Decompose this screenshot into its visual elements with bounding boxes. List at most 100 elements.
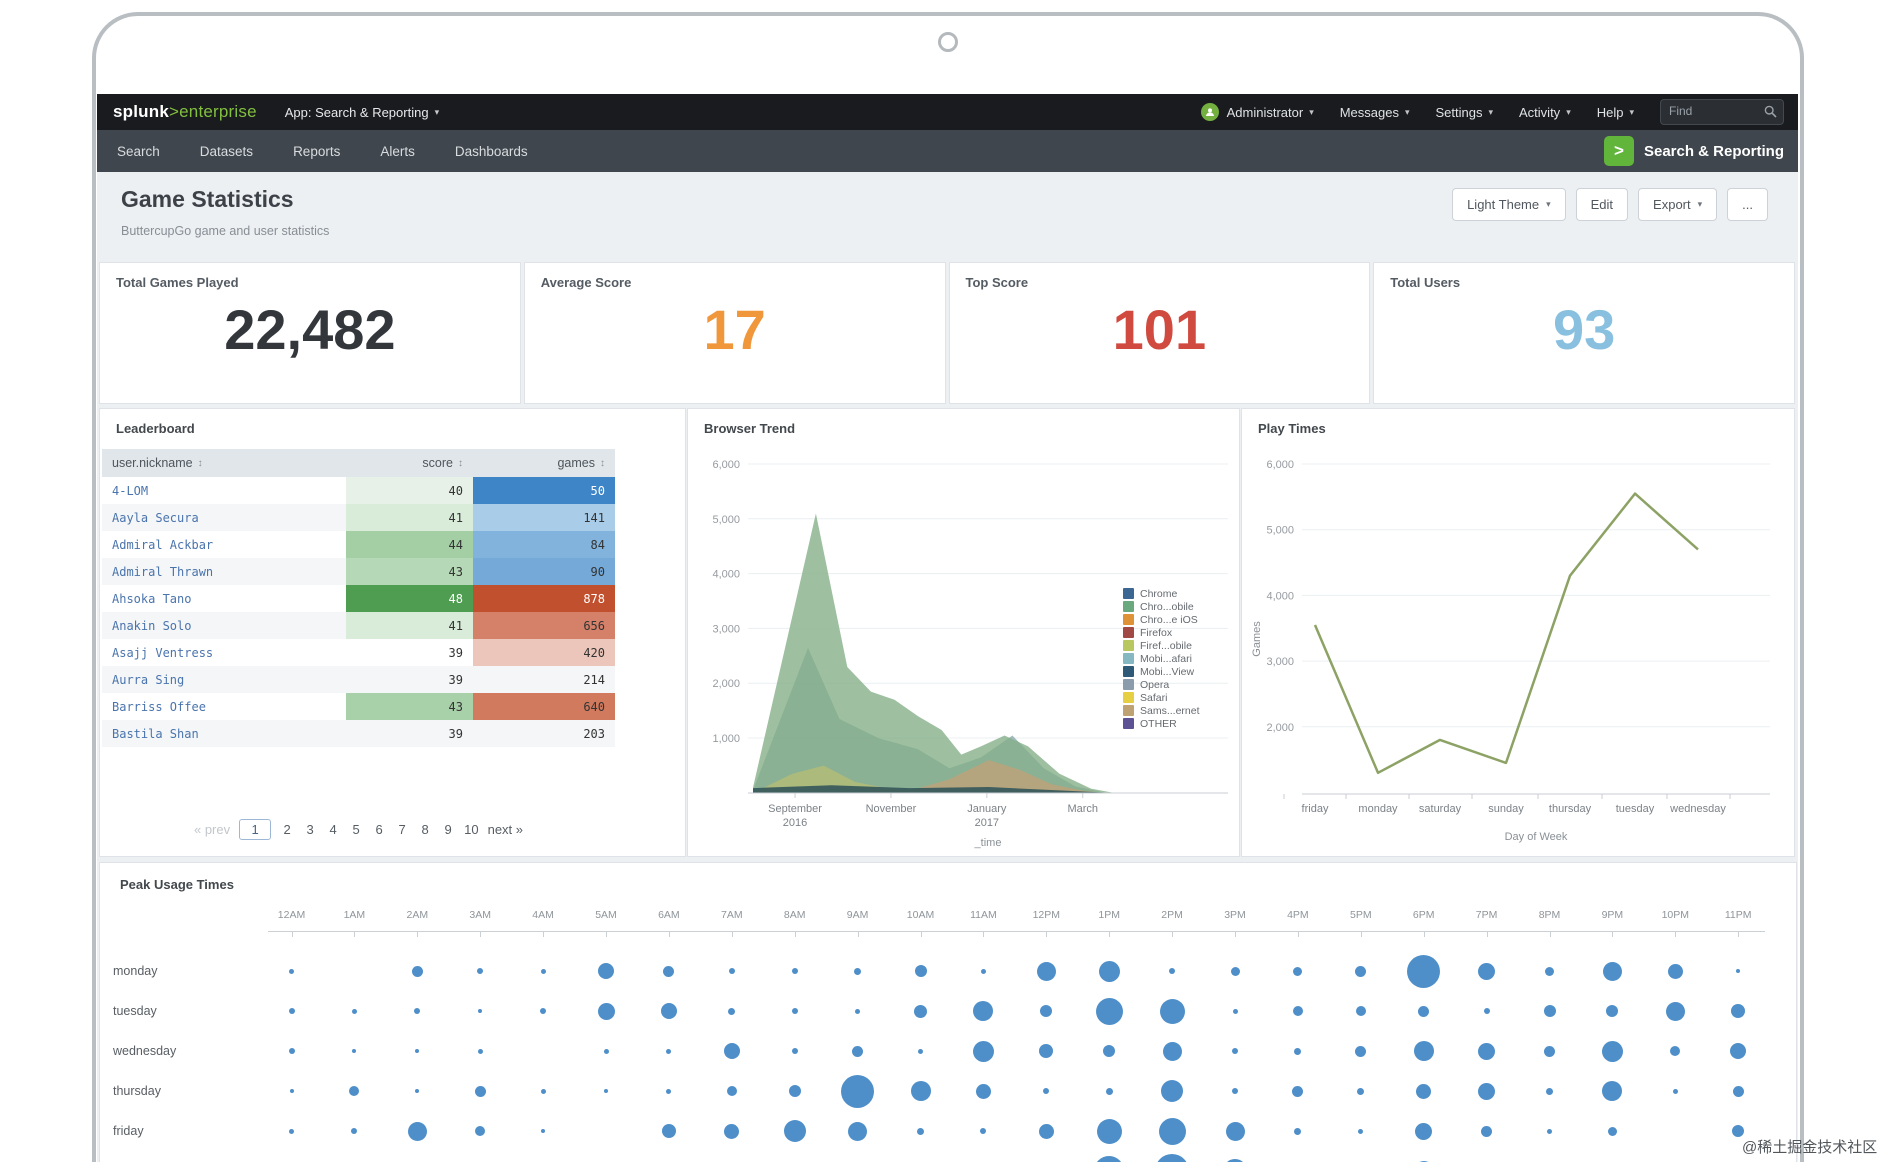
button-export[interactable]: Export ▾	[1638, 188, 1718, 221]
page-6[interactable]: 6	[372, 822, 386, 837]
bubble-tuesday-2am	[414, 1008, 421, 1014]
user-nickname-link[interactable]: Anakin Solo	[102, 612, 346, 639]
bubble-thursday-6am	[666, 1088, 672, 1094]
app-nav-search[interactable]: Search	[117, 144, 160, 159]
leaderboard-row[interactable]: Aurra Sing 39 214	[102, 666, 615, 693]
leaderboard-row[interactable]: Ahsoka Tano 48 878	[102, 585, 615, 612]
legend-item-mobi-afari[interactable]: Mobi...afari	[1123, 652, 1200, 665]
user-nickname-link[interactable]: Ahsoka Tano	[102, 585, 346, 612]
menu-activity[interactable]: Activity ▾	[1519, 105, 1571, 120]
app-nav-alerts[interactable]: Alerts	[380, 144, 415, 159]
bubble-thursday-7am	[726, 1086, 737, 1096]
leaderboard-row[interactable]: Aayla Secura 41 141	[102, 504, 615, 531]
user-nickname-link[interactable]: Aurra Sing	[102, 666, 346, 693]
button-light-theme[interactable]: Light Theme ▾	[1452, 188, 1566, 221]
chevron-down-icon: ▾	[1488, 106, 1494, 117]
legend-item-opera[interactable]: Opera	[1123, 678, 1200, 691]
bubble-thursday-9pm	[1602, 1081, 1623, 1101]
menu-settings[interactable]: Settings ▾	[1436, 105, 1494, 120]
svg-text:3,000: 3,000	[712, 623, 740, 635]
menu-messages[interactable]: Messages ▾	[1340, 105, 1410, 120]
bubble-tuesday-1pm	[1095, 997, 1123, 1025]
peak-usage-panel: Peak Usage Times 12AM 1AM 2AM 3AM 4AM 5AM 6AM 7…	[99, 862, 1797, 1162]
legend-item-chro-obile[interactable]: Chro...obile	[1123, 600, 1200, 613]
hour-label-2am: 2AM	[406, 909, 429, 921]
page-7[interactable]: 7	[395, 822, 409, 837]
legend-item-sams-ernet[interactable]: Sams...ernet	[1123, 704, 1200, 717]
leaderboard-row[interactable]: Barriss Offee 43 640	[102, 693, 615, 720]
legend-item-chrome[interactable]: Chrome	[1123, 587, 1200, 600]
bubble-monday-2pm	[1169, 968, 1176, 974]
legend-item-firefox[interactable]: Firefox	[1123, 626, 1200, 639]
page-5[interactable]: 5	[349, 822, 363, 837]
column-header-user-nickname[interactable]: user.nickname ↕	[102, 449, 346, 477]
bubble-monday-6pm	[1407, 954, 1441, 988]
bubble-monday-7am	[728, 968, 735, 974]
legend-label: Chro...obile	[1140, 600, 1194, 613]
legend-item-other[interactable]: OTHER	[1123, 717, 1200, 730]
legend-swatch-icon	[1123, 692, 1134, 703]
page-8[interactable]: 8	[418, 822, 432, 837]
legend-item-safari[interactable]: Safari	[1123, 691, 1200, 704]
leaderboard-row[interactable]: 4-LOM 40 50	[102, 477, 615, 504]
app-nav-dashboards[interactable]: Dashboards	[455, 144, 528, 159]
svg-text:March: March	[1067, 803, 1098, 815]
prev-button[interactable]: « prev	[194, 822, 230, 837]
user-menu[interactable]: Administrator ▾	[1200, 103, 1314, 121]
page-4[interactable]: 4	[326, 822, 340, 837]
column-header-score[interactable]: score ↕	[346, 449, 473, 477]
app-context-menu[interactable]: App: Search & Reporting ▾	[285, 105, 439, 120]
bubble-monday-12am	[289, 968, 294, 974]
axis-tick	[1360, 931, 1362, 937]
page-3[interactable]: 3	[303, 822, 317, 837]
page-9[interactable]: 9	[441, 822, 455, 837]
kpi-top-score: Top Score 101	[948, 262, 1371, 404]
svg-text:2,000: 2,000	[712, 678, 740, 690]
next-button[interactable]: next »	[488, 822, 523, 837]
camera-dot-icon	[938, 32, 958, 52]
bubble-thursday-3pm	[1232, 1088, 1238, 1094]
app-nav-datasets[interactable]: Datasets	[200, 144, 253, 159]
page-subtitle: ButtercupGo game and user statistics	[121, 224, 330, 238]
hour-label-12am: 12AM	[277, 909, 306, 921]
panel-title: Browser Trend	[704, 421, 796, 436]
menu-help[interactable]: Help ▾	[1597, 105, 1634, 120]
legend-item-mobi-view[interactable]: Mobi...View	[1123, 665, 1200, 678]
kpi-value: 101	[1112, 298, 1207, 361]
leaderboard-row[interactable]: Admiral Thrawn 43 90	[102, 558, 615, 585]
leaderboard-row[interactable]: Admiral Ackbar 44 84	[102, 531, 615, 558]
page-1[interactable]: 1	[239, 819, 272, 840]
bubble-monday-5pm	[1355, 965, 1367, 977]
leaderboard-row[interactable]: Asajj Ventress 39 420	[102, 639, 615, 666]
axis-tick	[1738, 931, 1740, 937]
hour-label-11pm: 11PM	[1724, 909, 1752, 921]
button-[interactable]: ...	[1727, 188, 1768, 221]
bubble-friday-10am	[917, 1127, 924, 1135]
user-nickname-link[interactable]: Admiral Ackbar	[102, 531, 346, 558]
leaderboard-table: user.nickname ↕ score ↕ games ↕ 4-LOM 40 50 Aayl…	[102, 449, 615, 747]
user-nickname-link[interactable]: Bastila Shan	[102, 720, 346, 747]
page-10[interactable]: 10	[464, 822, 478, 837]
bubble-tuesday-6am	[660, 1003, 677, 1019]
bubble-thursday-2am	[415, 1089, 420, 1093]
page-2[interactable]: 2	[280, 822, 294, 837]
axis-tick	[1172, 931, 1174, 937]
legend-item-firef-obile[interactable]: Firef...obile	[1123, 639, 1200, 652]
legend-item-chro-e-ios[interactable]: Chro...e iOS	[1123, 613, 1200, 626]
user-nickname-link[interactable]: 4-LOM	[102, 477, 346, 504]
user-nickname-link[interactable]: Barriss Offee	[102, 693, 346, 720]
legend-swatch-icon	[1123, 627, 1134, 638]
button-edit[interactable]: Edit	[1575, 188, 1629, 221]
leaderboard-row[interactable]: Bastila Shan 39 203	[102, 720, 615, 747]
user-nickname-link[interactable]: Admiral Thrawn	[102, 558, 346, 585]
user-nickname-link[interactable]: Asajj Ventress	[102, 639, 346, 666]
search-icon[interactable]	[1764, 105, 1777, 118]
app-nav-reports[interactable]: Reports	[293, 144, 340, 159]
play-times-chart: 6,000 5,000 4,000 3,000 2,000 friday monday sat…	[1251, 459, 1770, 843]
play-times-panel: Play Times 6,000 5,000 4,000 3,000 2,000 frid…	[1241, 408, 1795, 857]
find-input[interactable]	[1661, 100, 1773, 122]
column-header-games[interactable]: games ↕	[473, 449, 615, 477]
leaderboard-row[interactable]: Anakin Solo 41 656	[102, 612, 615, 639]
hour-label-10pm: 10PM	[1661, 909, 1690, 921]
user-nickname-link[interactable]: Aayla Secura	[102, 504, 346, 531]
